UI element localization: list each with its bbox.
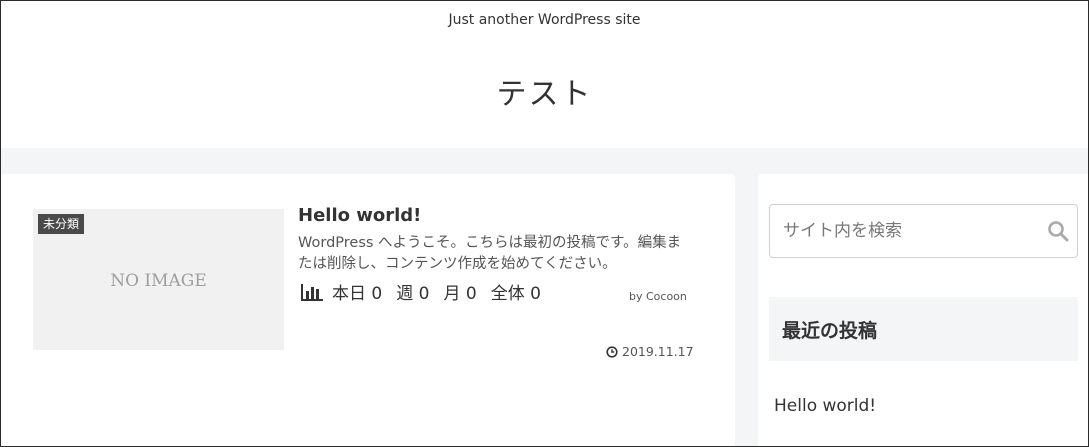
recent-posts-heading-box: 最近の投稿: [769, 297, 1078, 361]
post-date-text: 2019.11.17: [622, 344, 694, 359]
clock-icon: [606, 345, 618, 358]
category-label: 未分類: [38, 214, 85, 234]
post-date: 2019.11.17: [606, 344, 694, 359]
post-title[interactable]: Hello world!: [298, 205, 421, 226]
site-header: Just another WordPress site テスト: [1, 1, 1088, 148]
sidebar: 最近の投稿 Hello world!: [758, 174, 1088, 446]
no-image-placeholder: NO IMAGE: [110, 271, 207, 291]
bar-chart-icon: [301, 283, 323, 301]
site-tagline: Just another WordPress site: [448, 12, 641, 28]
search-input[interactable]: [770, 205, 1040, 257]
post-excerpt: WordPress へようこそ。こちらは最初の投稿です。編集または削除し、コンテ…: [298, 235, 682, 272]
recent-post-link[interactable]: Hello world!: [774, 396, 876, 416]
post-thumbnail[interactable]: 未分類 NO IMAGE: [33, 209, 284, 350]
site-title[interactable]: テスト: [1, 69, 1088, 113]
search-icon: [1048, 221, 1069, 242]
browser-frame: Just another WordPress site テスト 未分類 NO I…: [0, 0, 1089, 447]
main-content: 未分類 NO IMAGE Hello world! WordPress へようこ…: [1, 174, 735, 446]
stat-month: 月 0: [443, 284, 477, 304]
stat-today: 本日 0: [332, 284, 383, 304]
post-author: by Cocoon: [629, 290, 687, 303]
stat-week: 週 0: [396, 284, 430, 304]
search-form: [769, 204, 1078, 258]
recent-posts-heading: 最近の投稿: [782, 320, 878, 342]
post-view-stats: 本日 0 週 0 月 0 全体 0: [300, 279, 555, 304]
stat-total: 全体 0: [490, 284, 541, 304]
search-button[interactable]: [1045, 218, 1071, 244]
